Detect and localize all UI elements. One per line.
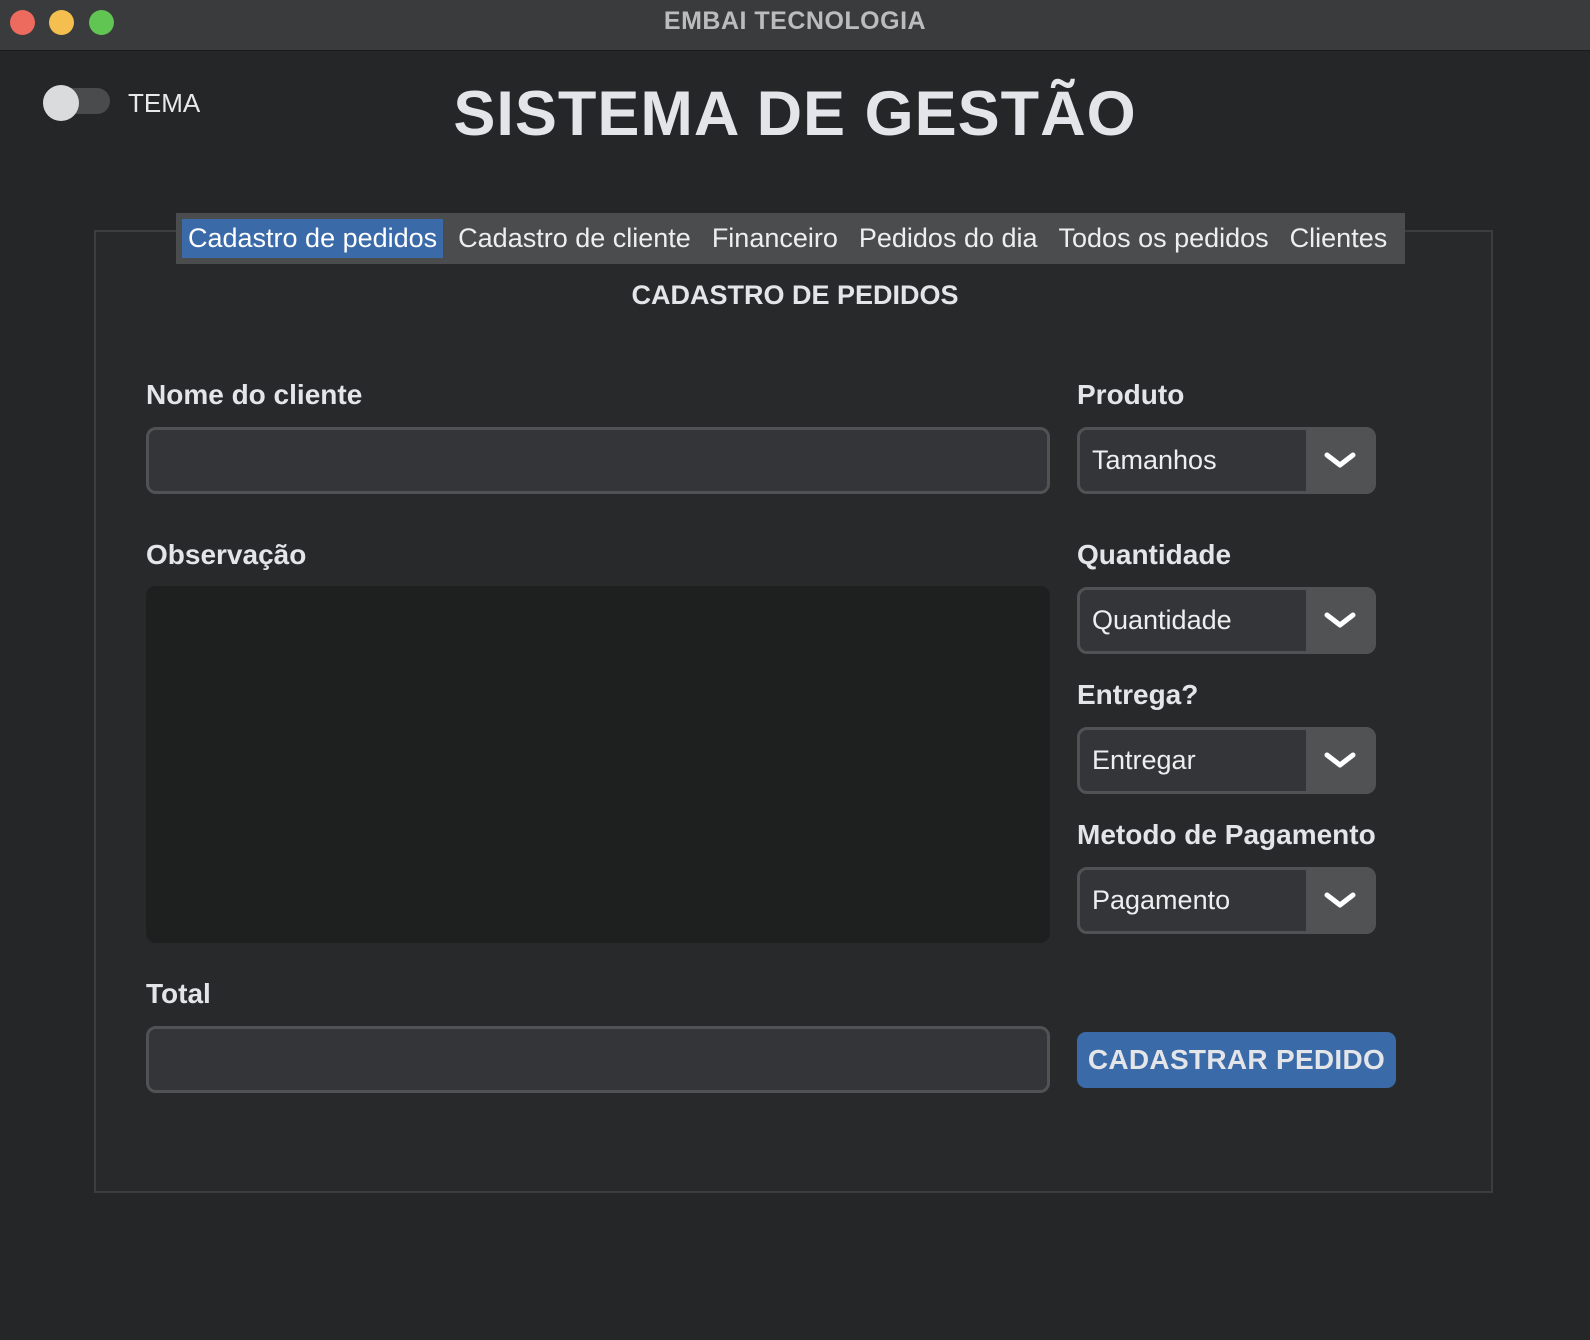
payment-method-select-value: Pagamento <box>1092 885 1231 915</box>
quantity-label: Quantidade <box>1077 539 1232 570</box>
payment-dropdown-button[interactable] <box>1306 870 1373 931</box>
quantity-select-value: Quantidade <box>1092 605 1232 635</box>
product-select-value: Tamanhos <box>1092 445 1217 475</box>
product-dropdown-button[interactable] <box>1306 430 1373 491</box>
tab-financeiro[interactable]: Financeiro <box>706 219 844 258</box>
client-name-input[interactable] <box>146 427 1050 494</box>
app-window: EMBAI TECNOLOGIA TEMA SISTEMA DE GESTÃO … <box>0 0 1590 1340</box>
page-title: SISTEMA DE GESTÃO <box>453 79 1137 149</box>
delivery-select[interactable]: Entregar <box>1077 727 1376 794</box>
tab-pedidos-do-dia[interactable]: Pedidos do dia <box>853 219 1044 258</box>
tab-bar: Cadastro de pedidos Cadastro de cliente … <box>176 213 1406 264</box>
delivery-label: Entrega? <box>1077 679 1199 710</box>
delivery-dropdown-button[interactable] <box>1306 730 1373 791</box>
chevron-down-icon <box>1324 892 1356 908</box>
quantity-select[interactable]: Quantidade <box>1077 587 1376 654</box>
total-label: Total <box>146 978 211 1009</box>
window-title: EMBAI TECNOLOGIA <box>663 7 927 35</box>
observation-textarea[interactable] <box>146 586 1050 943</box>
title-bar: EMBAI TECNOLOGIA <box>0 0 1590 51</box>
client-name-label: Nome do cliente <box>146 379 363 410</box>
tab-cadastro-de-cliente[interactable]: Cadastro de cliente <box>452 219 697 258</box>
quantity-dropdown-button[interactable] <box>1306 590 1373 651</box>
delivery-select-value: Entregar <box>1092 745 1196 775</box>
tab-cadastro-de-pedidos[interactable]: Cadastro de pedidos <box>182 219 444 258</box>
tab-todos-os-pedidos[interactable]: Todos os pedidos <box>1053 219 1275 258</box>
chevron-down-icon <box>1324 452 1356 468</box>
chevron-down-icon <box>1324 612 1356 628</box>
tab-clientes[interactable]: Clientes <box>1284 219 1394 258</box>
observation-label: Observação <box>146 539 307 570</box>
product-select[interactable]: Tamanhos <box>1077 427 1376 494</box>
product-label: Produto <box>1077 379 1185 410</box>
section-title: CADASTRO DE PEDIDOS <box>631 280 959 310</box>
chevron-down-icon <box>1324 752 1356 768</box>
payment-method-select[interactable]: Pagamento <box>1077 867 1376 934</box>
payment-method-label: Metodo de Pagamento <box>1077 819 1376 850</box>
register-order-button[interactable]: CADASTRAR PEDIDO <box>1077 1032 1396 1088</box>
total-input[interactable] <box>146 1026 1050 1093</box>
